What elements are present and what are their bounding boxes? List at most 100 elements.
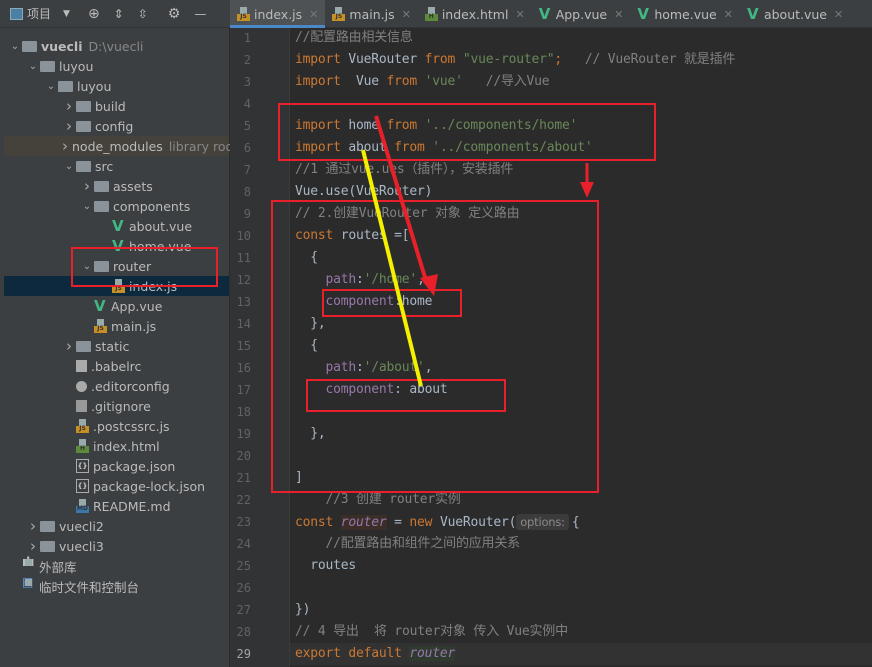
chevron-down-icon[interactable]: ⌄: [26, 61, 40, 72]
code-line[interactable]: path:'/home',: [290, 269, 872, 291]
minimize-icon[interactable]: —: [194, 7, 206, 21]
tab-App-vue[interactable]: V App.vue ✕: [532, 0, 631, 28]
tree-item[interactable]: › node_modules library root: [4, 136, 238, 156]
tree-item[interactable]: .postcssrc.js: [4, 416, 229, 436]
chevron-down-icon[interactable]: ⌄: [80, 201, 94, 212]
code-line[interactable]: const router = new VueRouter(options:{: [290, 511, 872, 533]
chevron-right-icon[interactable]: ›: [62, 117, 76, 135]
code-line[interactable]: //配置路由相关信息: [290, 27, 872, 49]
chevron-right-icon[interactable]: ›: [62, 337, 76, 355]
tab-main-js[interactable]: main.js ✕: [325, 0, 417, 28]
tree-item[interactable]: .gitignore: [4, 396, 229, 416]
code-line[interactable]: import Vue from 'vue' //导入Vue: [290, 71, 872, 93]
code-line[interactable]: {: [290, 247, 872, 269]
tree-item[interactable]: README.md: [4, 496, 229, 516]
code-line[interactable]: export default router: [290, 643, 872, 665]
tab-label: main.js: [349, 6, 395, 22]
folder-icon: [94, 180, 109, 192]
code-line[interactable]: // 2.创建VueRouter 对象 定义路由: [290, 203, 872, 225]
code-line[interactable]: routes: [290, 555, 872, 577]
chevron-right-icon[interactable]: ›: [62, 137, 68, 155]
close-icon[interactable]: ✕: [515, 8, 524, 21]
project-view-label[interactable]: 项目: [27, 5, 51, 22]
code-token: },: [295, 316, 326, 331]
tree-item[interactable]: ⌄ src: [4, 156, 229, 176]
tree-item[interactable]: ⌄ vuecli D:\vuecli: [4, 36, 229, 56]
tree-item[interactable]: {} package-lock.json: [4, 476, 229, 496]
tree-item[interactable]: Vhome.vue: [4, 236, 229, 256]
code-line[interactable]: {: [290, 335, 872, 357]
close-icon[interactable]: ✕: [724, 8, 733, 21]
tab-index-html[interactable]: index.html ✕: [418, 0, 532, 28]
code-line[interactable]: // 4 导出 将 router对象 传入 Vue实例中: [290, 621, 872, 643]
tree-item[interactable]: › config: [4, 116, 229, 136]
tree-item[interactable]: index.js: [4, 276, 229, 296]
project-view-icon[interactable]: [10, 7, 23, 20]
tree-item[interactable]: ⌄ luyou: [4, 56, 229, 76]
locate-icon[interactable]: ⊕: [88, 6, 100, 22]
code-line[interactable]: [290, 93, 872, 115]
tree-item[interactable]: › vuecli3: [4, 536, 229, 556]
code-line[interactable]: component:home: [290, 291, 872, 313]
tree-item[interactable]: .editorconfig: [4, 376, 229, 396]
code-line[interactable]: //1 通过vue.ues（插件），安装插件: [290, 159, 872, 181]
code-line[interactable]: Vue.use(VueRouter): [290, 181, 872, 203]
code-line[interactable]: //配置路由和组件之间的应用关系: [290, 533, 872, 555]
expand-all-icon[interactable]: ⇕: [114, 7, 124, 21]
tree-item[interactable]: ılı 外部库: [4, 556, 229, 576]
tree-item[interactable]: index.html: [4, 436, 229, 456]
dropdown-icon[interactable]: ▼: [63, 9, 70, 19]
tree-item[interactable]: ⌄ components: [4, 196, 229, 216]
close-icon[interactable]: ✕: [834, 8, 843, 21]
tree-item-label: config: [95, 118, 134, 134]
code-token: VueRouter(: [439, 515, 517, 530]
close-icon[interactable]: ✕: [614, 8, 623, 21]
chevron-down-icon[interactable]: ⌄: [80, 261, 94, 272]
code-editor[interactable]: //配置路由相关信息 import VueRouter from "vue-rou…: [290, 28, 872, 667]
code-line[interactable]: },: [290, 313, 872, 335]
folder-icon: [40, 520, 55, 532]
tree-item[interactable]: main.js: [4, 316, 229, 336]
code-line[interactable]: import home from '../components/home': [290, 115, 872, 137]
tree-item[interactable]: Vabout.vue: [4, 216, 229, 236]
chevron-down-icon[interactable]: ⌄: [8, 41, 22, 52]
collapse-all-icon[interactable]: ⇳: [138, 7, 148, 21]
tree-item[interactable]: V App.vue: [4, 296, 229, 316]
code-line[interactable]: }): [290, 599, 872, 621]
chevron-right-icon[interactable]: ›: [80, 177, 94, 195]
tab-home-vue[interactable]: Vhome.vue ✕: [630, 0, 740, 28]
code-token: '../components/home': [424, 118, 578, 133]
tree-item[interactable]: {} package.json: [4, 456, 229, 476]
close-icon[interactable]: ✕: [402, 8, 411, 21]
code-line[interactable]: [290, 577, 872, 599]
tree-item[interactable]: .babelrc: [4, 356, 229, 376]
gear-icon[interactable]: ⚙: [168, 6, 181, 22]
tree-item[interactable]: › static: [4, 336, 229, 356]
chevron-down-icon[interactable]: ⌄: [44, 81, 58, 92]
chevron-right-icon[interactable]: ›: [62, 97, 76, 115]
tree-item[interactable]: › vuecli2: [4, 516, 229, 536]
chevron-down-icon[interactable]: ⌄: [62, 161, 76, 172]
tree-item[interactable]: ⌄ luyou: [4, 76, 229, 96]
line-number: 11: [236, 251, 251, 265]
tab-about-vue[interactable]: Vabout.vue ✕: [740, 0, 850, 28]
tree-item[interactable]: › build: [4, 96, 229, 116]
close-icon[interactable]: ✕: [309, 8, 318, 21]
code-line[interactable]: const routes =[: [290, 225, 872, 247]
code-line[interactable]: path:'/about',: [290, 357, 872, 379]
code-line[interactable]: component: about: [290, 379, 872, 401]
code-line[interactable]: import VueRouter from "vue-router"; // V…: [290, 49, 872, 71]
tab-index-js[interactable]: index.js ✕: [230, 0, 326, 28]
code-line[interactable]: },: [290, 423, 872, 445]
chevron-right-icon[interactable]: ›: [26, 517, 40, 535]
code-line[interactable]: ]: [290, 467, 872, 489]
tree-item[interactable]: ▣ 临时文件和控制台: [4, 576, 229, 596]
code-line[interactable]: [290, 445, 872, 467]
tree-item[interactable]: ⌄ router: [4, 256, 229, 276]
tree-item[interactable]: › assets: [4, 176, 229, 196]
code-line[interactable]: import about from '../components/about': [290, 137, 872, 159]
chevron-right-icon[interactable]: ›: [26, 537, 40, 555]
code-line[interactable]: [290, 401, 872, 423]
code-line[interactable]: //3 创建 router实例: [290, 489, 872, 511]
